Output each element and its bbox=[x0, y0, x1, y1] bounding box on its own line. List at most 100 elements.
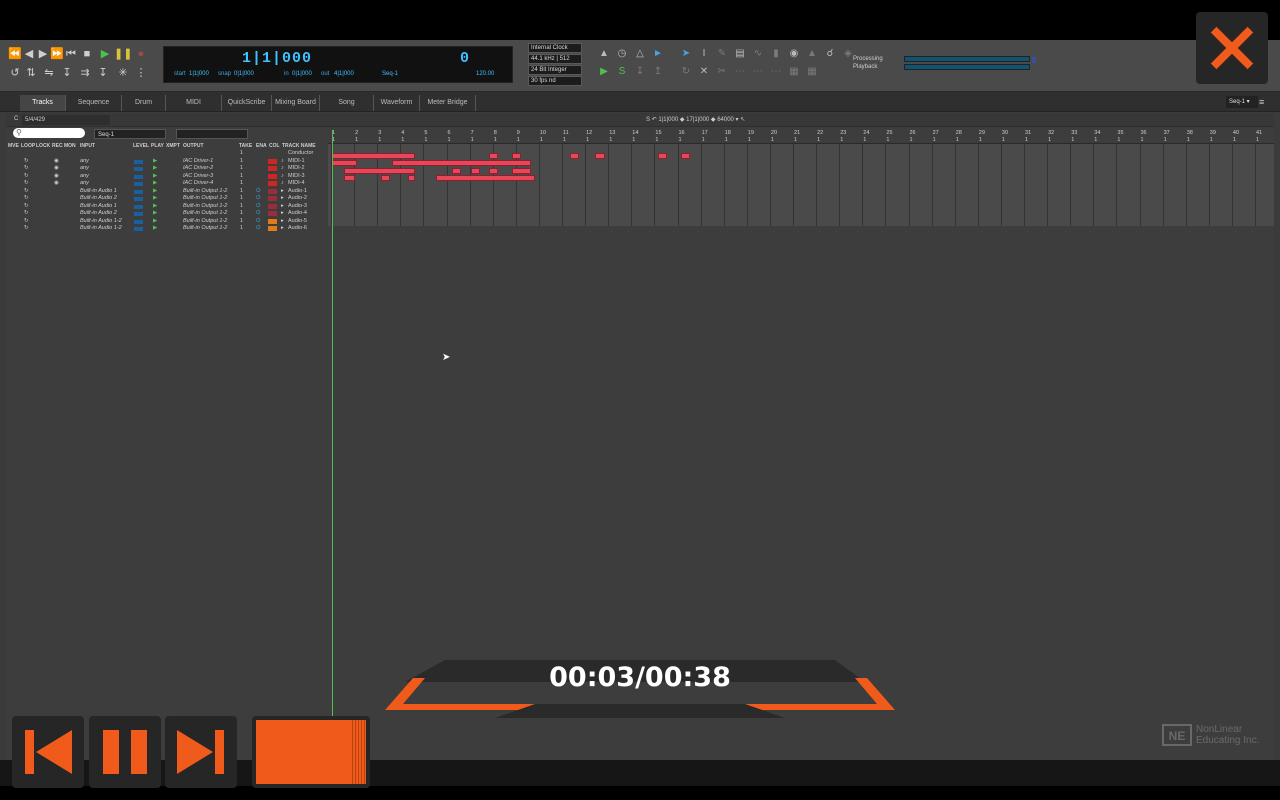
out-value[interactable]: 4|1|000 bbox=[334, 71, 354, 77]
memory-cycle-icon[interactable]: ⇅ bbox=[24, 67, 38, 79]
column-header-mon[interactable]: MON bbox=[64, 143, 76, 149]
column-header-output[interactable]: OUTPUT bbox=[183, 143, 204, 149]
track-row[interactable]: ↻ Built-in Audio 2 ▶ Built-in Output 1-2 ⏻ ▸ 1… bbox=[6, 195, 324, 203]
track-output[interactable]: Built-in Output 1-2 bbox=[183, 218, 227, 226]
loop-icon[interactable]: ↻ bbox=[24, 225, 29, 233]
tab-midi[interactable]: MIDI bbox=[166, 95, 222, 111]
curve-tool-icon[interactable]: ∿ bbox=[752, 48, 764, 60]
track-color-swatch[interactable] bbox=[268, 166, 277, 171]
tab-mixing-board[interactable]: Mixing Board bbox=[272, 95, 320, 111]
track-input[interactable]: Built-in Audio 1-2 bbox=[80, 218, 122, 226]
record-icon[interactable]: ● bbox=[134, 48, 148, 60]
track-take[interactable]: 1 bbox=[240, 150, 243, 158]
rewind-fast-icon[interactable]: ⏪ bbox=[8, 48, 22, 60]
track-take[interactable]: 1 bbox=[240, 188, 243, 196]
loop-icon[interactable]: ↻ bbox=[24, 173, 29, 181]
auto-rewind-icon[interactable]: ↧ bbox=[96, 67, 110, 79]
track-color-swatch[interactable] bbox=[268, 226, 277, 231]
track-row[interactable]: ↻ Built-in Audio 1-2 ▶ Built-in Output 1-2 ⏻… bbox=[6, 218, 324, 226]
play-enable-icon[interactable]: ▶ bbox=[153, 195, 157, 203]
tab-waveform[interactable]: Waveform bbox=[374, 95, 420, 111]
track-take[interactable]: 1 bbox=[240, 195, 243, 203]
slip-icon[interactable]: ⋯ bbox=[770, 66, 782, 78]
enable-icon[interactable]: ⏻ bbox=[256, 195, 260, 203]
grid-icon[interactable]: ▦ bbox=[788, 66, 800, 78]
metronome-icon[interactable]: △ bbox=[634, 48, 646, 60]
midi-clip[interactable] bbox=[332, 160, 358, 166]
audio-track-icon[interactable]: ▸ bbox=[281, 188, 284, 196]
sample-rate[interactable]: 44.1 kHz | 512 bbox=[528, 54, 582, 64]
record-enable-icon[interactable]: ◉ bbox=[54, 165, 59, 173]
track-output[interactable]: Built-in Output 1-2 bbox=[183, 203, 227, 211]
menu-icon[interactable]: ≡ bbox=[1259, 96, 1269, 108]
track-take[interactable]: 1 bbox=[240, 165, 243, 173]
audio-track-icon[interactable]: ▸ bbox=[281, 210, 284, 218]
undo-icon[interactable]: ↺ bbox=[8, 67, 22, 79]
track-input[interactable]: Built-in Audio 1 bbox=[80, 203, 117, 211]
play-enable-icon[interactable]: ▶ bbox=[153, 180, 157, 188]
midi-clip[interactable] bbox=[680, 152, 691, 159]
track-take[interactable]: 1 bbox=[240, 203, 243, 211]
refresh-icon[interactable]: ↻ bbox=[680, 66, 692, 78]
forward-icon[interactable]: ▶ bbox=[36, 48, 50, 60]
track-color-swatch[interactable] bbox=[268, 173, 277, 179]
column-header-track-name[interactable]: TRACK NAME bbox=[282, 143, 316, 149]
rewind-icon[interactable]: ◀ bbox=[22, 48, 36, 60]
track-row[interactable]: ↻ Built-in Audio 2 ▶ Built-in Output 1-2 ⏻ ▸ 1… bbox=[6, 210, 324, 218]
track-name[interactable]: MIDI-4 bbox=[288, 180, 305, 188]
track-color-swatch[interactable] bbox=[268, 196, 277, 201]
midi-clip[interactable] bbox=[435, 175, 536, 181]
track-input[interactable]: Built-in Audio 1-2 bbox=[80, 225, 122, 233]
midi-track-icon[interactable]: ♪ bbox=[281, 165, 284, 173]
tab-song[interactable]: Song bbox=[320, 95, 374, 111]
track-name[interactable]: Audio-2 bbox=[288, 195, 307, 203]
play-enable-icon[interactable]: ▶ bbox=[153, 203, 157, 211]
key-tool-icon[interactable]: ◉ bbox=[788, 48, 800, 60]
midi-clip[interactable] bbox=[332, 152, 416, 159]
chain-icon[interactable]: ⋯ bbox=[752, 66, 764, 78]
progress-scrubber[interactable] bbox=[252, 716, 370, 788]
track-output[interactable]: Built-in Output 1-2 bbox=[183, 210, 227, 218]
track-output[interactable]: IAC Driver-1 bbox=[183, 158, 213, 166]
track-name[interactable]: Audio-1 bbox=[288, 188, 307, 196]
midi-track-icon[interactable]: ♪ bbox=[281, 173, 284, 181]
progress-grip-handle[interactable] bbox=[350, 720, 366, 784]
track-name[interactable]: Conductor bbox=[288, 150, 313, 158]
enable-icon[interactable]: ⏻ bbox=[256, 203, 260, 211]
enable-icon[interactable]: ⏻ bbox=[256, 210, 260, 218]
track-row[interactable]: ↻ ◉ any ▶ IAC Driver-2 ♪ 1 MIDI-2 bbox=[6, 165, 324, 173]
track-color-swatch[interactable] bbox=[268, 211, 277, 216]
track-input[interactable]: Built-in Audio 1 bbox=[80, 188, 117, 196]
track-name[interactable]: MIDI-1 bbox=[288, 158, 305, 166]
midi-clip[interactable] bbox=[595, 152, 605, 159]
track-take[interactable]: 1 bbox=[240, 225, 243, 233]
speaker-icon[interactable]: ► bbox=[652, 48, 664, 60]
track-output[interactable]: Built-in Output 1-2 bbox=[183, 195, 227, 203]
track-output[interactable]: IAC Driver-4 bbox=[183, 180, 213, 188]
track-color-swatch[interactable] bbox=[268, 188, 277, 194]
midi-clip[interactable] bbox=[380, 175, 390, 181]
midi-clip[interactable] bbox=[657, 152, 667, 159]
loop-icon[interactable]: ↻ bbox=[24, 203, 29, 211]
play-icon[interactable]: ▶ bbox=[98, 48, 112, 60]
play-enable-icon[interactable]: ▶ bbox=[153, 225, 157, 233]
track-name[interactable]: MIDI-2 bbox=[288, 165, 305, 173]
midi-track-icon[interactable]: ♪ bbox=[281, 180, 284, 188]
midi-clip[interactable] bbox=[489, 167, 499, 174]
frame-rate[interactable]: 30 fps nd bbox=[528, 76, 582, 86]
play-enable-icon[interactable]: ▶ bbox=[153, 158, 157, 166]
column-header-ena[interactable]: ENA bbox=[256, 143, 267, 149]
snap-value[interactable]: 0|1|000 bbox=[234, 71, 254, 77]
enable-icon[interactable]: ⏻ bbox=[256, 218, 260, 226]
return-to-start-icon[interactable]: ⏮ bbox=[64, 48, 78, 60]
pen-tool-icon[interactable]: ▤ bbox=[734, 48, 746, 60]
range-controls[interactable]: S ↶ 1|1|000 ◆ 17|1|000 ◆ 64000 ▾ ↖ bbox=[646, 116, 745, 123]
track-name[interactable]: Audio-4 bbox=[288, 210, 307, 218]
sequence-selector[interactable]: Seq-1 ▾ bbox=[1226, 96, 1258, 108]
column-header-rec[interactable]: REC bbox=[52, 143, 63, 149]
track-input[interactable]: any bbox=[80, 180, 89, 188]
layout-icon[interactable]: ▦ bbox=[806, 66, 818, 78]
previous-button[interactable] bbox=[12, 716, 84, 788]
search-input[interactable]: ⚲ bbox=[13, 128, 85, 138]
loop-icon[interactable]: ⇋ bbox=[42, 67, 56, 79]
